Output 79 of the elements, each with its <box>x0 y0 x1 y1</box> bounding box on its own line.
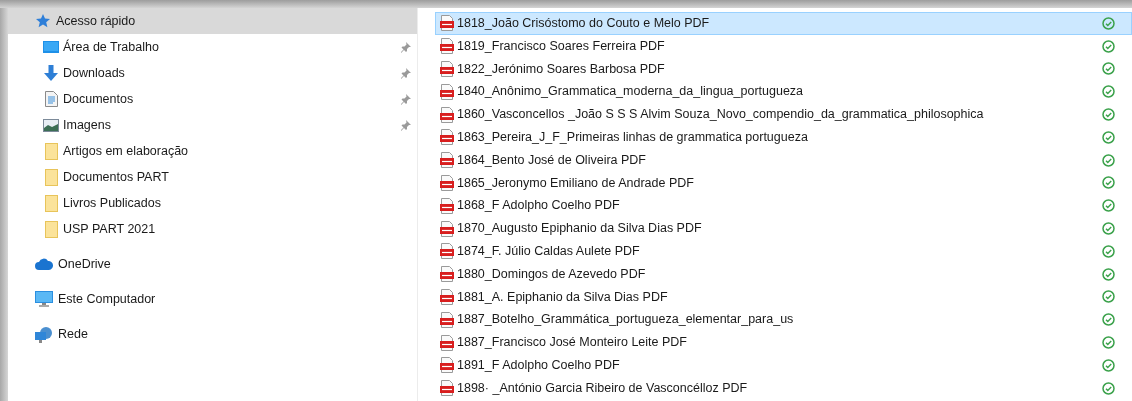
file-row[interactable]: 1868_F Adolpho Coelho PDF <box>435 194 1132 218</box>
file-row[interactable]: 1887_Botelho_Grammática_portugueza_elementar_para_us <box>435 308 1132 332</box>
pdf-file-icon <box>440 152 454 169</box>
star-icon <box>35 13 51 29</box>
pin-icon[interactable] <box>401 41 411 53</box>
nav-item[interactable]: USP PART 2021 <box>8 216 417 242</box>
pdf-file-icon <box>440 106 454 123</box>
pdf-file-icon <box>440 266 454 283</box>
file-name: 1860_Vasconcellos _João S S S Alvim Souza_Novo_compendio_da_grammatica_philosophica <box>457 106 985 124</box>
nav-item[interactable]: Artigos em elaboração <box>8 138 417 164</box>
file-name: 1874_F. Júlio Caldas Aulete PDF <box>457 243 641 260</box>
file-row[interactable]: 1819_Francisco Soares Ferreira PDF <box>435 34 1132 58</box>
cloud-icon <box>35 258 53 270</box>
file-row[interactable]: 1860_Vasconcellos _João S S S Alvim Souza_Novo_compendio_da_grammatica_philosophica <box>435 103 1132 126</box>
desktop-icon <box>43 40 59 54</box>
pdf-file-icon <box>440 243 454 260</box>
file-name: 1822_Jerónimo Soares Barbosa PDF <box>457 60 666 78</box>
pdf-file-icon <box>440 288 454 305</box>
pdf-file-icon <box>440 38 454 55</box>
file-row[interactable]: 1840_Anônimo_Grammatica_moderna_da_lingua_portugueza <box>435 80 1132 104</box>
pin-icon[interactable] <box>401 93 411 105</box>
file-name: 1881_A. Epiphanio da Silva Dias PDF <box>457 288 669 306</box>
pdf-file-icon <box>440 334 454 351</box>
nav-item[interactable]: Documentos PART <box>8 164 417 190</box>
pdf-file-icon <box>440 220 454 237</box>
file-row[interactable]: 1863_Pereira_J_F_Primeiras linhas de grammatica portugueza <box>435 126 1132 149</box>
file-name: 1840_Anônimo_Grammatica_moderna_da_lingua_portugueza <box>457 83 805 101</box>
network-icon <box>35 325 53 343</box>
nav-item[interactable]: Acesso rápido <box>8 8 417 34</box>
pin-icon[interactable] <box>401 67 411 79</box>
document-icon <box>44 91 58 107</box>
computer-icon <box>35 291 53 307</box>
pdf-file-icon <box>440 311 454 328</box>
nav-item[interactable]: Livros Publicados <box>8 190 417 216</box>
nav-item[interactable]: Imagens <box>8 112 417 138</box>
pin-icon[interactable] <box>401 119 411 131</box>
file-name: 1887_Botelho_Grammática_portugueza_elementar_para_us <box>457 311 795 329</box>
nav-item[interactable]: Área de Trabalho <box>8 34 417 60</box>
nav-item[interactable]: Este Computador <box>8 286 417 312</box>
file-row[interactable]: 1891_F Adolpho Coelho PDF <box>435 353 1132 377</box>
file-row[interactable]: 1874_F. Júlio Caldas Aulete PDF <box>435 239 1132 263</box>
down-arrow-icon <box>43 65 59 81</box>
file-row[interactable]: 1870_Augusto Epiphanio da Silva Dias PDF <box>435 217 1132 240</box>
file-name: 1887_Francisco José Monteiro Leite PDF <box>457 334 688 352</box>
file-name: 1891_F Adolpho Coelho PDF <box>457 356 621 374</box>
file-row[interactable]: 1887_Francisco José Monteiro Leite PDF <box>435 331 1132 354</box>
nav-item[interactable]: OneDrive <box>8 251 417 277</box>
pdf-file-icon <box>440 83 454 100</box>
file-name: 1864_Bento José de Oliveira PDF <box>457 151 647 169</box>
file-name: 1898· _António Garcia Ribeiro de Vasconcélloz PDF <box>457 379 749 397</box>
picture-icon <box>43 118 59 132</box>
file-row[interactable]: 1880_Domingos de Azevedo PDF <box>435 262 1132 286</box>
file-name: 1880_Domingos de Azevedo PDF <box>457 265 647 283</box>
file-name: 1868_F Adolpho Coelho PDF <box>457 197 621 215</box>
pdf-file-icon <box>440 174 454 191</box>
pdf-file-icon <box>440 380 454 397</box>
folder-icon <box>44 168 58 186</box>
file-row[interactable]: 1864_Bento José de Oliveira PDF <box>435 148 1132 172</box>
file-name: 1863_Pereira_J_F_Primeiras linhas de grammatica portugueza <box>457 129 809 146</box>
nav-item[interactable]: Documentos <box>8 86 417 112</box>
file-name: 1819_Francisco Soares Ferreira PDF <box>457 37 666 55</box>
file-name: 1865_Jeronymo Emiliano de Andrade PDF <box>457 174 695 192</box>
nav-item[interactable]: Downloads <box>8 60 417 86</box>
file-row[interactable]: 1865_Jeronymo Emiliano de Andrade PDF <box>435 171 1132 195</box>
file-row[interactable]: 1818_João Crisóstomo do Couto e Melo PDF <box>435 12 1132 35</box>
folder-icon <box>44 220 58 238</box>
folder-icon <box>44 142 58 160</box>
pdf-file-icon <box>440 357 454 374</box>
pdf-file-icon <box>440 61 454 77</box>
pdf-file-icon <box>440 15 454 32</box>
file-row[interactable]: 1898· _António Garcia Ribeiro de Vasconcélloz PDF <box>435 376 1132 400</box>
pdf-file-icon <box>440 197 454 214</box>
file-name: 1818_João Crisóstomo do Couto e Melo PDF <box>457 15 711 32</box>
folder-icon <box>44 194 58 212</box>
pdf-file-icon <box>440 129 454 146</box>
file-row[interactable]: 1881_A. Epiphanio da Silva Dias PDF <box>435 285 1132 309</box>
nav-item[interactable]: Rede <box>8 321 417 347</box>
file-row[interactable]: 1822_Jerónimo Soares Barbosa PDF <box>435 57 1132 81</box>
file-name: 1870_Augusto Epiphanio da Silva Dias PDF <box>457 220 703 238</box>
